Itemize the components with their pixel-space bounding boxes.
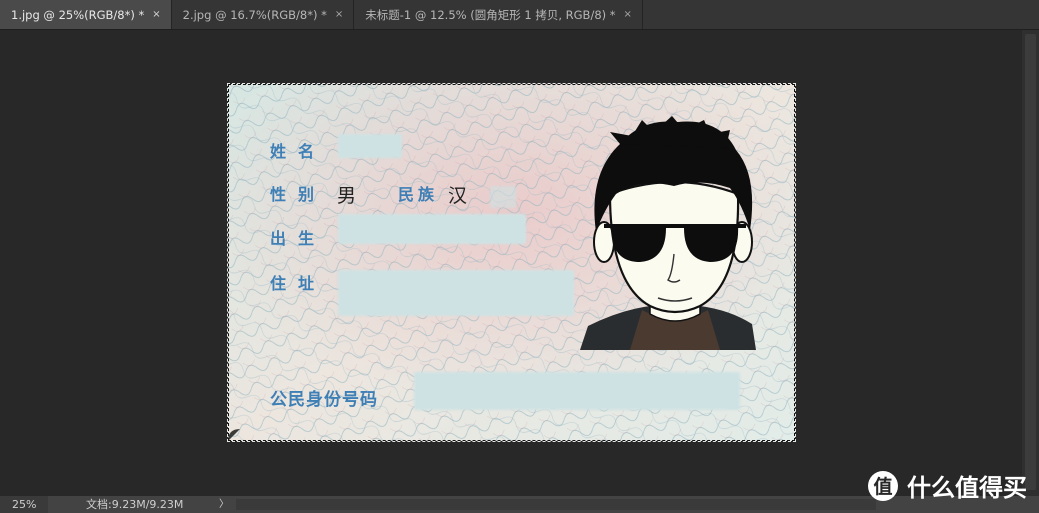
redacted-birth (338, 214, 526, 244)
tab-label: 2.jpg @ 16.7%(RGB/8*) * (182, 7, 327, 22)
watermark-badge-icon: 值 (868, 470, 898, 501)
tab-untitled-1[interactable]: 未标题-1 @ 12.5% (圆角矩形 1 拷贝, RGB/8) * × (354, 0, 643, 29)
ethnicity-label: 民族 (398, 185, 439, 204)
tab-2jpg[interactable]: 2.jpg @ 16.7%(RGB/8*) * × (172, 0, 355, 29)
sex-value: 男 (337, 185, 357, 207)
id-number-label: 公民身份号码 (270, 390, 378, 410)
document-tab-bar: 1.jpg @ 25%(RGB/8*) * × 2.jpg @ 16.7%(RG… (0, 0, 1039, 30)
chevron-right-icon[interactable]: 〉 (219, 496, 229, 513)
address-label: 住址 (270, 274, 327, 293)
tab-label: 1.jpg @ 25%(RGB/8*) * (11, 7, 145, 22)
sex-label: 性别 (270, 185, 327, 204)
close-icon[interactable]: × (335, 9, 343, 20)
horizontal-scrollbar[interactable] (236, 499, 876, 510)
redacted-name (338, 134, 402, 158)
close-icon[interactable]: × (624, 9, 632, 20)
redacted-address (338, 270, 574, 316)
watermark-logo: 值 什么值得买 (868, 468, 1027, 503)
zoom-level[interactable]: 25% (0, 496, 48, 513)
birth-label: 出生 (270, 229, 327, 248)
close-icon[interactable]: × (152, 9, 160, 20)
portrait-photo (580, 116, 756, 350)
tab-label: 未标题-1 @ 12.5% (圆角矩形 1 拷贝, RGB/8) * (365, 7, 616, 22)
redacted-ethnicity-extra (490, 186, 516, 208)
document-size-info: 文档:9.23M/9.23M (86, 498, 184, 511)
ethnicity-value: 汉 (448, 185, 468, 207)
vertical-scrollbar[interactable] (1022, 30, 1039, 496)
redacted-id-number (414, 372, 740, 410)
document-canvas[interactable]: 姓名 性别 男 民族 汉 出生 住址 公民身份号码 (227, 83, 796, 442)
scrollbar-thumb[interactable] (1025, 34, 1036, 490)
name-label: 姓名 (270, 142, 327, 161)
tab-1jpg[interactable]: 1.jpg @ 25%(RGB/8*) * × (0, 0, 172, 29)
watermark-text: 什么值得买 (907, 474, 1027, 502)
